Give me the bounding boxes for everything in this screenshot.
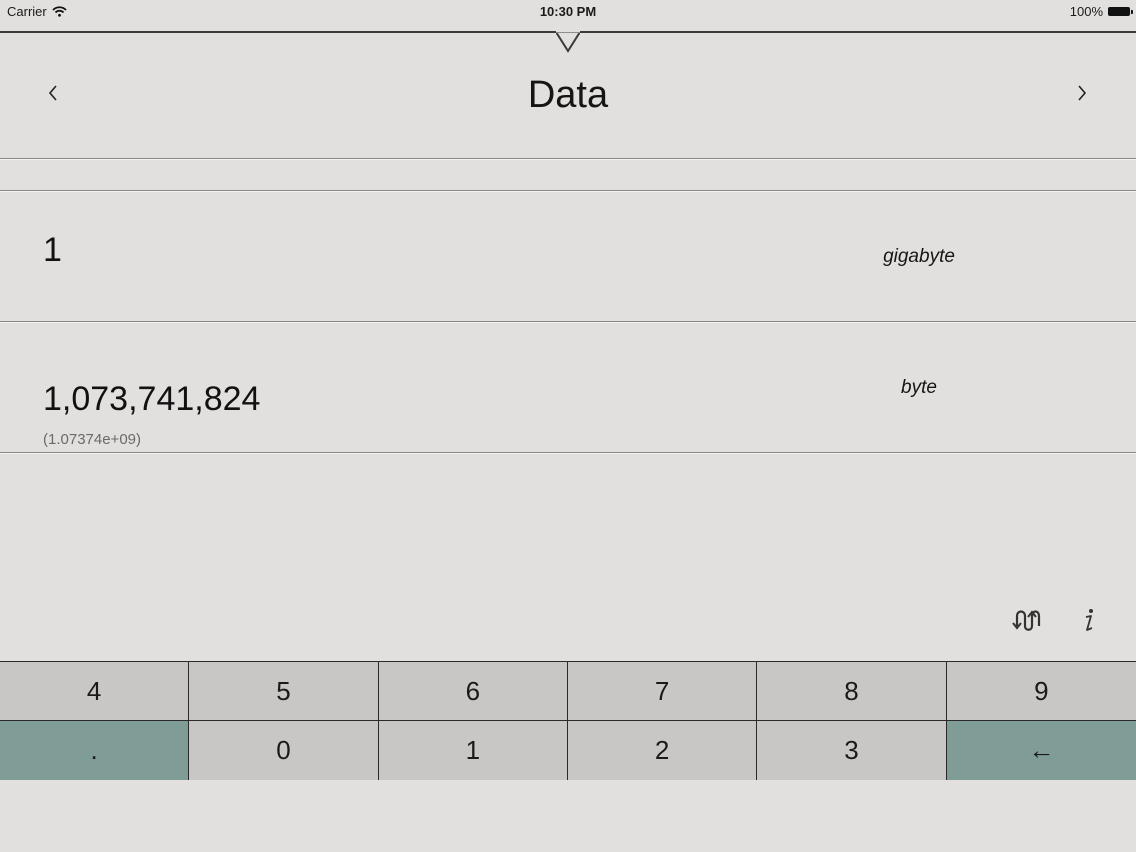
- key-4[interactable]: 4: [0, 662, 190, 721]
- row-unit[interactable]: gigabyte: [848, 246, 990, 268]
- page-title: Data: [527, 74, 609, 116]
- status-time: 10:30 PM: [539, 4, 597, 19]
- battery-percent: 100%: [1069, 4, 1103, 19]
- screen: Carrier 10:30 PM 100% Data 1 gigabyte 1,…: [0, 0, 1136, 852]
- key-9[interactable]: 9: [946, 662, 1136, 721]
- key-0[interactable]: 0: [189, 721, 379, 780]
- key-3[interactable]: 3: [757, 721, 947, 780]
- key-8[interactable]: 8: [757, 662, 947, 721]
- key-7[interactable]: 7: [567, 662, 758, 721]
- keypad: 4 5 6 7 8 9 . 0 1 2 3 ←: [0, 661, 1136, 780]
- key-6[interactable]: 6: [378, 662, 568, 721]
- chevron-right-icon[interactable]: [1072, 80, 1092, 106]
- divider: [0, 158, 1136, 159]
- divider: [0, 452, 1136, 453]
- conversion-row-output[interactable]: 1,073,741,824 byte (1.07374e+09): [0, 322, 1136, 452]
- row-unit[interactable]: byte: [848, 377, 990, 399]
- status-bar: Carrier 10:30 PM 100%: [0, 0, 1136, 24]
- swap-icon[interactable]: [1012, 606, 1042, 634]
- notch-indicator-icon: [556, 31, 580, 53]
- row-scientific-value: (1.07374e+09): [43, 431, 141, 448]
- key-decimal[interactable]: .: [0, 721, 190, 780]
- backspace-key[interactable]: ←: [946, 721, 1136, 780]
- key-2[interactable]: 2: [567, 721, 758, 780]
- row-value: 1,073,741,824: [43, 380, 261, 418]
- conversion-row-input[interactable]: 1 gigabyte: [0, 191, 1136, 321]
- info-icon[interactable]: [1074, 606, 1104, 634]
- key-5[interactable]: 5: [189, 662, 379, 721]
- key-1[interactable]: 1: [378, 721, 568, 780]
- battery-group: 100%: [1069, 4, 1133, 19]
- row-value: 1: [43, 231, 62, 269]
- battery-icon: [1108, 7, 1133, 16]
